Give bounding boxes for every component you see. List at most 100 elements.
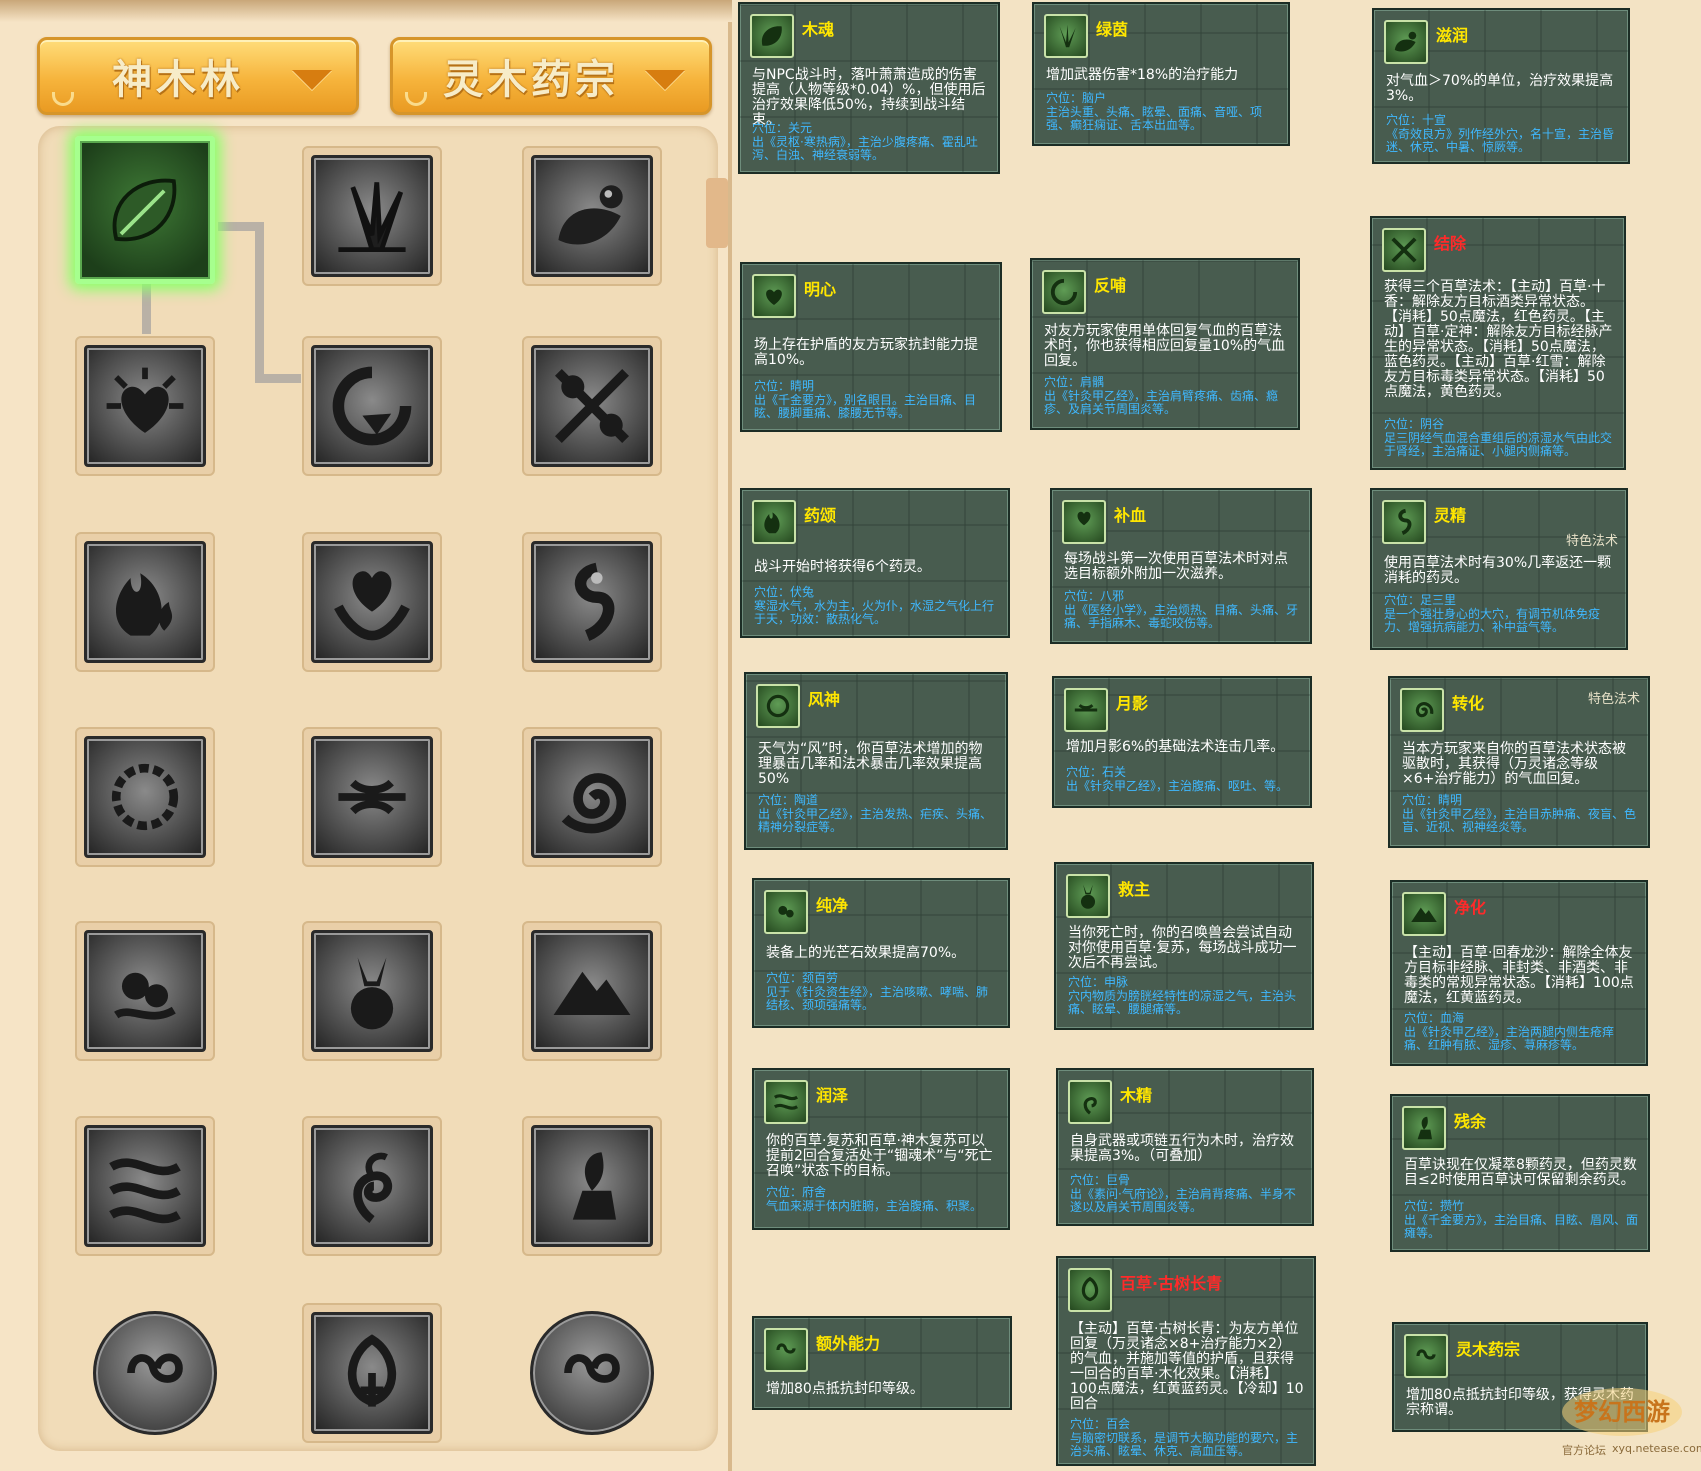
skill-slot-cangyu[interactable] — [522, 1116, 662, 1256]
acupoint-description: 出《灵枢·寒热病》，主治少腹疼痛、霍乱吐泻、白浊、神经衰弱等。 — [752, 135, 978, 162]
skill-slot-zhuanhua[interactable] — [522, 727, 662, 867]
tooltip-fengshen: 风神 天气为“风”时，你百草法术增加的物理暴击几率和法术暴击几率效果提高50% … — [744, 672, 1008, 850]
skill-name: 补血 — [1114, 506, 1147, 525]
heart-hands-icon — [1062, 500, 1106, 544]
skill-slot-chunjing[interactable] — [75, 921, 215, 1061]
tree-connector — [255, 222, 264, 382]
skill-slot-zirun[interactable] — [522, 146, 662, 286]
acupoint-label: 穴位：关元 — [752, 121, 813, 135]
wreath-icon — [756, 684, 800, 728]
skill-icon — [531, 930, 653, 1052]
skill-description: 当你死亡时，你的召唤兽会尝试自动对你使用百草·复苏，每场战斗成功一次后不再尝试。 — [1068, 925, 1297, 971]
skill-icon — [84, 1125, 206, 1247]
skill-slot-mingxin[interactable] — [75, 336, 215, 476]
acupoint-description: 出《针灸甲乙经》，主治腹痛、呕吐、等。 — [1066, 779, 1289, 793]
skill-slot-jinghua[interactable] — [522, 921, 662, 1061]
skill-slot-lvyin[interactable] — [302, 146, 442, 286]
skill-icon — [531, 736, 653, 858]
skill-description: 你的百草·复苏和百草·神木复苏可以提前2回合复活处于“锢魂术”与“死亡召唤”状态… — [766, 1133, 993, 1179]
skill-slot-lingmu[interactable] — [522, 1303, 662, 1443]
skill-slot-gushuchangqing[interactable] — [302, 1303, 442, 1443]
skill-icon — [311, 736, 433, 858]
sect-dropdown[interactable]: 灵木药宗 — [390, 37, 712, 115]
school-dropdown-label: 神木林 — [112, 56, 244, 103]
skill-slot-ewai[interactable] — [85, 1303, 225, 1443]
skill-slot-jiuzhu[interactable] — [302, 921, 442, 1061]
cloud-swirl-icon — [114, 972, 176, 1020]
panel-top-border — [0, 0, 732, 22]
watermark-url: xyq.netease.com — [1612, 1442, 1701, 1455]
grass-icon — [338, 182, 406, 252]
cloud-swirl-icon — [764, 890, 808, 934]
skill-icon — [311, 1125, 433, 1247]
school-dropdown[interactable]: 神木林 — [37, 37, 359, 115]
skill-name: 绿茵 — [1096, 20, 1129, 39]
acupoint-description: 见于《针灸资生经》，主治咳嗽、哮喘、肺结核、颈项强痛等。 — [766, 985, 989, 1012]
tree-connector — [255, 374, 301, 383]
chevron-down-icon — [292, 70, 332, 90]
acupoint-description: 主治头重、头痛、眩晕、面痛、音哑、项强、癫狂痫证、舌本出血等。 — [1046, 105, 1263, 132]
feature-tag: 特色法术 — [1587, 692, 1640, 707]
skill-slot-mujing[interactable] — [302, 1116, 442, 1256]
tooltip-gushuchangqing: 百草·古树长青 【主动】百草·古树长青：为友方单位回复（万灵诸念×8+治疗能力×… — [1056, 1256, 1316, 1466]
moon-dragon-icon — [338, 779, 406, 815]
skill-name: 纯净 — [816, 896, 849, 915]
skill-slot-lingjing[interactable] — [522, 532, 662, 672]
scrollbar-thumb[interactable] — [706, 178, 728, 248]
tooltip-yueying: 月影 增加月影6%的基础法术连击几率。 穴位：石关 出《针灸甲乙经》，主治腹痛、… — [1052, 676, 1312, 808]
skill-icon — [531, 345, 653, 467]
acupoint-label: 穴位：百会 — [1070, 1417, 1131, 1431]
leaf-dewdrop-icon — [558, 185, 623, 245]
leaf-icon — [750, 14, 794, 58]
spiral-icon — [1400, 688, 1444, 732]
acupoint-description: 出《素问·气府论》，主治肩背疼痛、半身不遂以及肩关节周围炎等。 — [1070, 1187, 1296, 1214]
feature-tag: 特色法术 — [1565, 534, 1618, 549]
acupoint-label: 穴位：攒竹 — [1404, 1199, 1465, 1213]
skill-slot-jiechu[interactable] — [522, 336, 662, 476]
spirit-swirl-icon — [574, 562, 615, 641]
ancient-tree-icon — [1068, 1268, 1112, 1312]
heart-burst-icon — [752, 274, 796, 318]
skill-description: 自身武器或项链五行为木时，治疗效果提高3%。（可叠加） — [1070, 1133, 1294, 1164]
chevron-down-icon — [645, 70, 685, 90]
acupoint-label: 穴位：颈百劳 — [766, 971, 839, 985]
acupoint-description: 出《千金要方》，别名眼目。主治目痛、目眩、腰脚重痛、膝腰无节等。 — [754, 393, 977, 420]
tooltip-zirun: 滋润 对气血＞70%的单位，治疗效果提高3%。 穴位：十宣 《奇效良方》列作经外… — [1372, 8, 1630, 164]
tooltip-mingxin: 明心 场上存在护盾的友方玩家抗封能力提高10%。 穴位：睛明 出《千金要方》，别… — [740, 262, 1002, 432]
skill-icon — [93, 1311, 217, 1435]
skill-slot-muhun[interactable] — [75, 136, 215, 284]
tooltip-cangyu: 残余 百草诀现在仅凝萃8颗药灵，但药灵数目≤2时使用百草诀可保留剩余药灵。 穴位… — [1390, 1094, 1650, 1252]
skill-icon — [530, 1311, 654, 1435]
heart-burst-icon — [106, 367, 184, 433]
skill-name: 净化 — [1454, 898, 1487, 917]
skill-slot-yueying[interactable] — [302, 727, 442, 867]
acupoint-description: 出《千金要方》，主治目痛、目眩、眉风、面瘫等。 — [1404, 1213, 1639, 1240]
skill-slot-buxue[interactable] — [302, 532, 442, 672]
tooltip-jiuzhu: 救主 当你死亡时，你的召唤兽会尝试自动对你使用百草·复苏，每场战斗成功一次后不再… — [1054, 862, 1314, 1030]
ornament-icon — [764, 1328, 808, 1372]
skill-icon — [84, 736, 206, 858]
skill-description: 战斗开始时将获得6个药灵。 — [754, 559, 931, 575]
crossed-herbs-icon — [555, 369, 629, 443]
acupoint-description: 寒湿水气，水为主，火为仆，水湿之气化上行于天，功效：散热化气。 — [754, 599, 995, 626]
skill-description: 对友方玩家使用单体回复气血的百草法术时，你也获得相应回复量10%的气血回复。 — [1044, 323, 1286, 369]
skill-name: 反哺 — [1094, 276, 1127, 295]
ornament-icon — [1404, 1334, 1448, 1378]
tooltip-ewai: 额外能力 增加80点抵抗封印等级。 — [752, 1316, 1012, 1410]
skill-icon — [311, 345, 433, 467]
skill-slot-runze[interactable] — [75, 1116, 215, 1256]
dropdown-ornament — [52, 92, 74, 106]
tooltip-chunjing: 纯净 装备上的光芒石效果提高70%。 穴位：颈百劳 见于《针灸资生经》，主治咳嗽… — [752, 878, 1010, 1028]
skill-slot-fanbu[interactable] — [302, 336, 442, 476]
skill-slot-fengshen[interactable] — [75, 727, 215, 867]
grass-icon — [1044, 14, 1088, 58]
skill-name: 灵木药宗 — [1456, 1340, 1521, 1359]
skill-name: 明心 — [804, 280, 837, 299]
tooltip-muhun: 木魂 与NPC战斗时，落叶萧萧造成的伤害提高（人物等级*0.04）%，但使用后治… — [738, 2, 1000, 174]
acupoint-description: 出《针灸甲乙经》，主治两腿内侧生疮痒痛、红肿有脓、湿疹、荨麻疹等。 — [1404, 1025, 1615, 1052]
skill-name: 木精 — [1120, 1086, 1153, 1105]
acupoint-description: 出《医经小学》，主治烦热、目痛、头痛、牙痛、手指麻木、毒蛇咬伤等。 — [1064, 603, 1299, 630]
river-icon — [764, 1080, 808, 1124]
skill-name: 结除 — [1434, 234, 1467, 253]
skill-slot-yaosong[interactable] — [75, 532, 215, 672]
